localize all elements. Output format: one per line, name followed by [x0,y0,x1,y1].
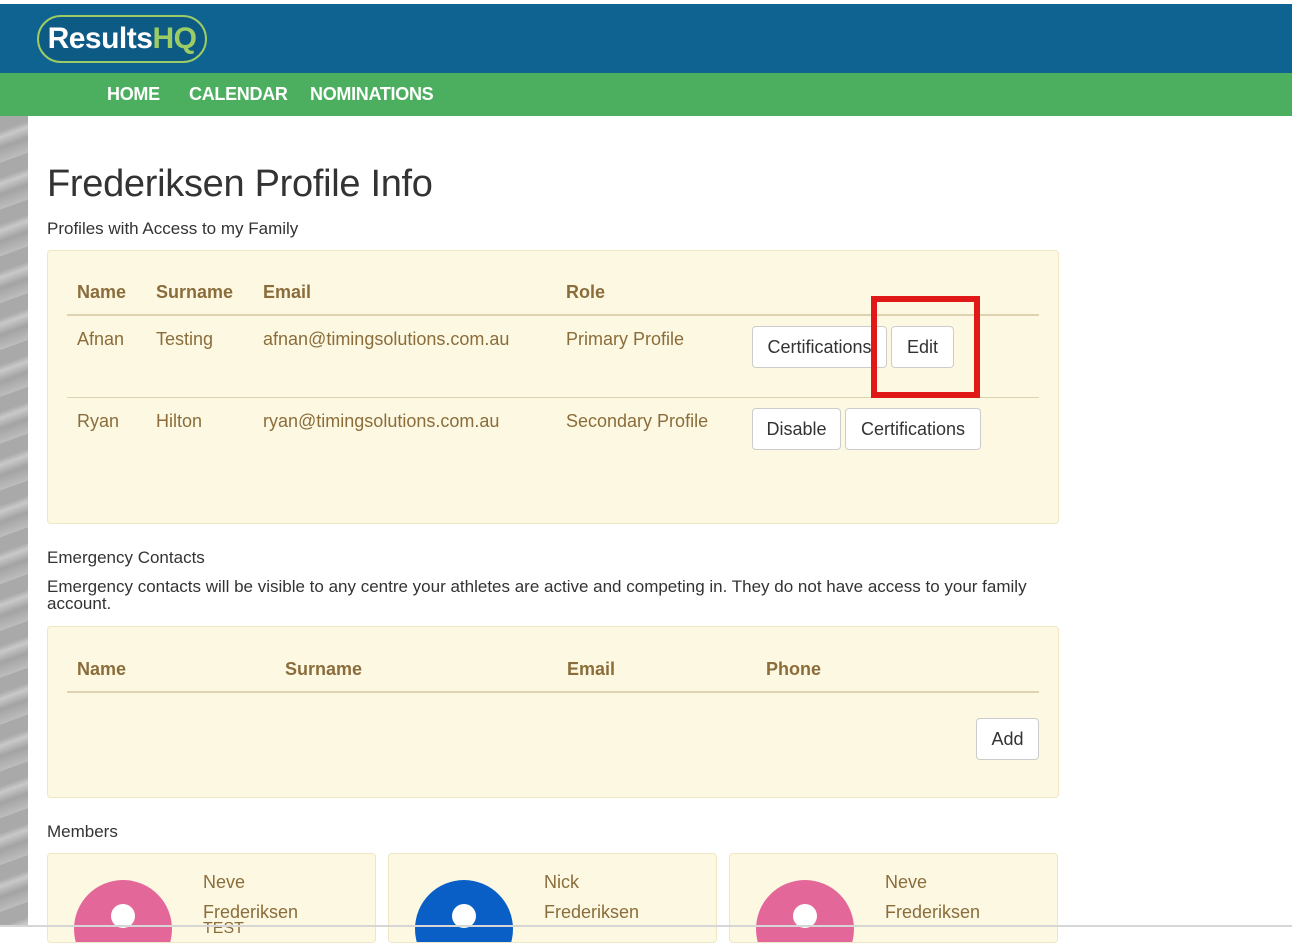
member-extra: TEST [203,920,244,937]
disable-button[interactable]: Disable [752,408,841,450]
col-header-surname: Surname [156,282,234,302]
row-role: Secondary Profile [566,411,709,431]
members-label: Members [47,822,118,841]
add-contact-button[interactable]: Add [976,718,1039,760]
member-first-name: Nick [544,872,579,892]
col-header-email: Email [263,282,312,302]
nav-nominations[interactable]: NOMINATIONS [310,84,434,105]
row-surname: Hilton [156,411,203,431]
row-name: Ryan [77,411,120,431]
top-header-bar: Results HQ [0,4,1292,73]
member-last-name: Frederiksen [885,902,981,922]
member-first-name: Neve [885,872,928,892]
avatar [415,880,513,942]
page-title: Frederiksen Profile Info [47,163,433,205]
header-divider [67,314,1039,316]
col-header-email: Email [567,659,616,679]
col-header-surname: Surname [285,659,363,679]
certifications-button[interactable]: Certifications [752,326,887,368]
member-card[interactable]: Neve Frederiksen TEST [47,853,376,943]
avatar [756,880,854,942]
resultshq-logo[interactable]: Results HQ [37,15,207,63]
avatar [74,880,172,942]
edit-button[interactable]: Edit [891,326,954,368]
member-card[interactable]: Neve Frederiksen [729,853,1058,943]
member-last-name: Frederiksen [544,902,640,922]
emergency-contacts-panel [47,626,1059,798]
emergency-contacts-description: Emergency contacts will be visible to an… [47,577,1027,613]
logo-text-hq: HQ [152,22,197,55]
main-nav: HOME CALENDAR NOMINATIONS [0,73,1292,116]
member-first-name: Neve [203,872,246,892]
nav-home[interactable]: HOME [107,84,160,105]
background-strip [0,116,28,927]
row-divider [67,397,1039,398]
col-header-role: Role [566,282,606,302]
member-card[interactable]: Nick Frederiksen [388,853,717,943]
row-name: Afnan [77,329,125,349]
profiles-access-label: Profiles with Access to my Family [47,219,299,238]
certifications-button[interactable]: Certifications [845,408,981,450]
nav-calendar[interactable]: CALENDAR [189,84,288,105]
col-header-name: Name [77,282,127,302]
row-email: ryan@timingsolutions.com.au [263,411,500,431]
logo-text-results: Results [47,22,153,55]
row-surname: Testing [156,329,214,349]
row-role: Primary Profile [566,329,685,349]
emergency-contacts-label: Emergency Contacts [47,548,205,567]
header-divider [67,691,1039,693]
row-email: afnan@timingsolutions.com.au [263,329,510,349]
col-header-phone: Phone [766,659,822,679]
col-header-name: Name [77,659,127,679]
